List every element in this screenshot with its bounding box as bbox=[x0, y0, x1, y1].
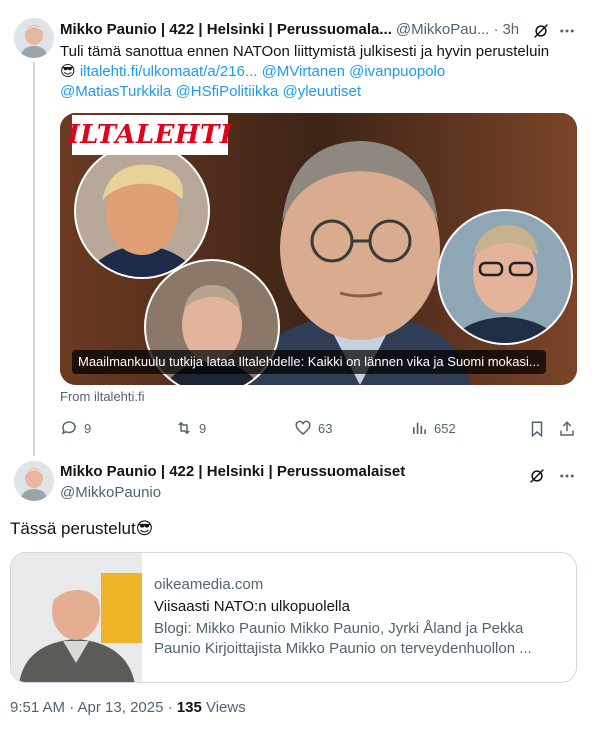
iltalehti-logo: ILTALEHTI bbox=[67, 115, 232, 155]
author-name[interactable]: Mikko Paunio | 422 | Helsinki | Perussuo… bbox=[60, 21, 392, 38]
tweet-text-main: Tuli tämä sanottua ennen NATOon liittymi… bbox=[60, 43, 550, 60]
more-icon[interactable] bbox=[556, 465, 578, 487]
avatar[interactable] bbox=[14, 461, 54, 501]
views-count: 652 bbox=[434, 420, 456, 436]
article-link[interactable]: iltalehti.fi/ulkomaat/a/216... bbox=[80, 63, 258, 80]
more-icon[interactable] bbox=[556, 20, 578, 42]
heart-icon bbox=[295, 420, 311, 435]
card-thumbnail bbox=[11, 553, 142, 682]
tweet-header: Mikko Paunio | 422 | Helsinki | Perussuo… bbox=[60, 463, 405, 480]
share-icon bbox=[560, 421, 574, 436]
logo-text: ILTALEHTI bbox=[67, 120, 233, 150]
bookmark-icon bbox=[531, 421, 543, 438]
grok-icon[interactable] bbox=[526, 465, 548, 487]
tweet-timestamp[interactable]: 9:51 AM · Apr 13, 2025 · bbox=[10, 699, 177, 716]
media-caption: Maailmankuulu tutkija lataa Iltalehdelle… bbox=[72, 350, 546, 374]
views-button[interactable]: 652 bbox=[410, 419, 456, 437]
tweet-header: Mikko Paunio | 422 | Helsinki | Perussuo… bbox=[60, 21, 519, 38]
mention-link[interactable]: @ivanpuopolo bbox=[349, 63, 445, 80]
like-count: 63 bbox=[318, 420, 333, 436]
link-card[interactable]: oikeamedia.com Viisaasti NATO:n ulkopuol… bbox=[10, 552, 577, 683]
tweet-meta: 9:51 AM · Apr 13, 2025 · 135 Views bbox=[10, 699, 246, 716]
share-button[interactable] bbox=[556, 418, 578, 440]
card-description: Blogi: Mikko Paunio Mikko Paunio, Jyrki … bbox=[154, 620, 532, 657]
mention-link[interactable]: @MVirtanen bbox=[262, 63, 345, 80]
views-icon bbox=[413, 422, 426, 434]
author-handle[interactable]: @MikkoPau... bbox=[396, 21, 490, 38]
mention-link[interactable]: @MatiasTurkkila bbox=[60, 83, 171, 100]
source-label[interactable]: From iltalehti.fi bbox=[60, 389, 145, 404]
views-label: Views bbox=[201, 699, 246, 716]
emoji-sunglasses: 😎 bbox=[60, 63, 76, 80]
thread-connector bbox=[33, 62, 35, 456]
tweet-text: Tässä perustelut😎 bbox=[10, 519, 154, 538]
view-count: 135 bbox=[176, 699, 202, 716]
grok-icon[interactable] bbox=[530, 20, 552, 42]
tweet-text: Tuli tämä sanottua ennen NATOon liittymi… bbox=[60, 42, 580, 102]
author-handle[interactable]: @MikkoPaunio bbox=[60, 484, 161, 501]
like-button[interactable]: 63 bbox=[294, 419, 332, 437]
reply-button[interactable]: 9 bbox=[60, 419, 91, 437]
avatar[interactable] bbox=[14, 18, 54, 58]
tweet-handle-row: @MikkoPaunio bbox=[60, 484, 161, 501]
author-name[interactable]: Mikko Paunio | 422 | Helsinki | Perussuo… bbox=[60, 463, 405, 480]
separator-dot: · bbox=[493, 21, 499, 38]
repost-button[interactable]: 9 bbox=[175, 419, 206, 437]
tweet-time[interactable]: 3h bbox=[502, 21, 519, 38]
bookmark-button[interactable] bbox=[526, 418, 548, 440]
mention-link[interactable]: @HSfiPolitiikka bbox=[176, 83, 279, 100]
card-body: oikeamedia.com Viisaasti NATO:n ulkopuol… bbox=[154, 575, 564, 659]
repost-count: 9 bbox=[199, 420, 207, 436]
repost-icon bbox=[178, 421, 190, 435]
mention-link[interactable]: @yleuutiset bbox=[282, 83, 361, 100]
reply-icon bbox=[61, 421, 76, 435]
card-title: Viisaasti NATO:n ulkopuolella bbox=[154, 598, 350, 615]
card-domain: oikeamedia.com bbox=[154, 576, 264, 593]
link-preview-image[interactable]: ILTALEHTI Maailmankuulu tutkija lataa Il… bbox=[60, 113, 577, 385]
reply-count: 9 bbox=[84, 420, 92, 436]
